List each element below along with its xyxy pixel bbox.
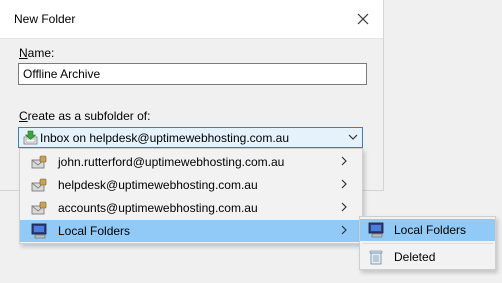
chevron-right-icon — [341, 179, 347, 189]
mail-account-icon — [31, 155, 47, 169]
computer-icon — [368, 222, 384, 238]
name-label: Name: — [19, 46, 55, 60]
computer-icon — [31, 223, 47, 239]
close-icon — [357, 13, 369, 25]
menu-item-account[interactable]: helpdesk@uptimewebhosting.com.au — [20, 174, 362, 196]
trash-icon — [369, 250, 383, 265]
menu-item-account[interactable]: john.rutterford@uptimewebhosting.com.au — [20, 151, 362, 173]
submenu-item-local-folders[interactable]: Local Folders — [360, 219, 495, 241]
menu-item-account[interactable]: accounts@uptimewebhosting.com.au — [20, 197, 362, 219]
title-bar: New Folder — [0, 0, 383, 39]
submenu-item-label: Local Folders — [394, 223, 467, 237]
folder-name-input[interactable] — [18, 63, 367, 85]
menu-item-label: Local Folders — [58, 224, 131, 238]
chevron-right-icon — [341, 156, 347, 166]
menu-item-local-folders[interactable]: Local Folders — [20, 220, 362, 242]
menu-item-label: john.rutterford@uptimewebhosting.com.au — [58, 155, 285, 169]
dialog-title: New Folder — [14, 12, 76, 26]
mail-account-icon — [31, 178, 47, 192]
parent-folder-select[interactable]: Inbox on helpdesk@uptimewebhosting.com.a… — [18, 127, 363, 148]
menu-item-label: helpdesk@uptimewebhosting.com.au — [58, 178, 258, 192]
submenu-item-deleted[interactable]: Deleted — [360, 246, 495, 268]
mail-account-icon — [31, 201, 47, 215]
chevron-down-icon — [348, 134, 358, 140]
selected-parent-text: Inbox on helpdesk@uptimewebhosting.com.a… — [40, 131, 289, 145]
close-button[interactable] — [351, 8, 375, 30]
subfolder-label: Create as a subfolder of: — [19, 109, 151, 123]
submenu-item-label: Deleted — [394, 250, 436, 264]
menu-item-label: accounts@uptimewebhosting.com.au — [58, 201, 258, 215]
inbox-download-icon — [23, 130, 38, 145]
chevron-right-icon — [341, 225, 347, 235]
chevron-right-icon — [341, 202, 347, 212]
parent-folder-menu: john.rutterford@uptimewebhosting.com.au … — [19, 148, 363, 244]
local-folders-submenu: Local Folders Deleted — [359, 216, 496, 270]
menu-separator — [362, 243, 493, 244]
